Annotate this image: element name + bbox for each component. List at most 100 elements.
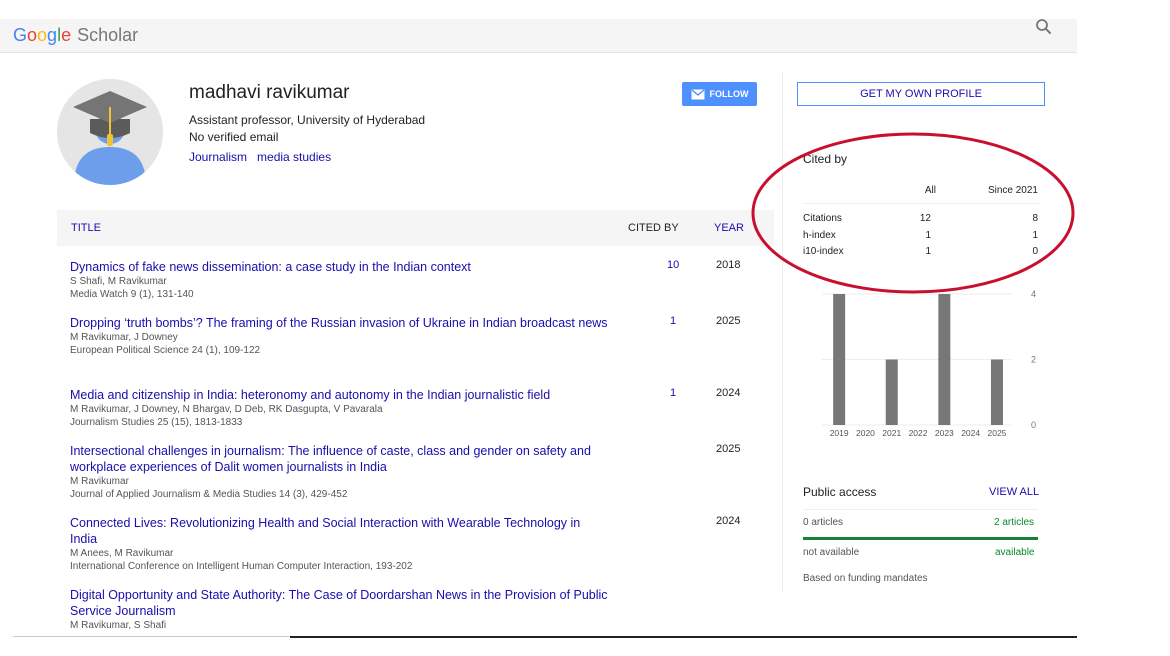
x-tick-label: 2024 — [961, 428, 980, 438]
article-venue: Journalism Studies 25 (15), 1813-1833 — [70, 417, 243, 428]
article-authors: M Ravikumar, J Downey, N Bhargav, D Deb,… — [70, 404, 383, 415]
article-row: Dropping ‘truth bombs’? The framing of t… — [70, 315, 760, 357]
metric-all-value: 12 — [919, 213, 931, 224]
article-year: 2024 — [716, 387, 741, 399]
article-title-link[interactable]: Connected Lives: Revolutionizing Health … — [70, 515, 610, 547]
article-venue: International Conference on Intelligent … — [70, 561, 413, 572]
interest-link[interactable]: media studies — [257, 150, 331, 164]
article-row: Connected Lives: Revolutionizing Health … — [70, 515, 760, 573]
bottom-divider-dark — [290, 636, 1077, 638]
article-title-link[interactable]: Intersectional challenges in journalism:… — [70, 443, 610, 475]
google-scholar-logo[interactable]: Google Scholar — [13, 25, 138, 45]
citation-metric-row: i10-index 1 0 — [803, 245, 1040, 262]
avatar — [57, 79, 163, 185]
public-access-title: Public access — [803, 485, 877, 499]
logo-letter: g — [47, 25, 58, 45]
follow-button[interactable]: FOLLOW — [682, 82, 757, 106]
article-authors: M Anees, M Ravikumar — [70, 548, 174, 559]
chart-bar[interactable] — [833, 294, 846, 425]
article-authors: S Shafi, M Ravikumar — [70, 276, 167, 287]
citations-chart-svg: 4 2 0 2019 2020 2021 2022 2023 2024 2025 — [822, 289, 1036, 438]
funding-mandates-note: Based on funding mandates — [803, 573, 928, 584]
article-title-link[interactable]: Dynamics of fake news dissemination: a c… — [70, 259, 610, 275]
get-my-own-profile-button[interactable]: GET MY OWN PROFILE — [797, 82, 1045, 106]
column-since-label: Since 2021 — [987, 185, 1038, 196]
article-row: Intersectional challenges in journalism:… — [70, 443, 760, 501]
article-year: 2018 — [716, 259, 741, 271]
column-all-label: All — [924, 185, 936, 196]
profile-email-status: No verified email — [189, 130, 279, 144]
article-venue: Media Watch 9 (1), 131-140 — [70, 289, 194, 300]
y-tick-label: 0 — [1031, 420, 1036, 430]
cited-by-count-link[interactable]: 10 — [667, 259, 679, 271]
metric-since-value: 0 — [1032, 246, 1038, 257]
not-available-label: not available — [803, 547, 860, 558]
research-interests: Journalism media studies — [189, 150, 341, 164]
article-row: Digital Opportunity and State Authority:… — [70, 587, 760, 632]
top-bar — [0, 19, 1077, 53]
sort-by-title[interactable]: TITLE — [71, 222, 101, 234]
not-available-count-link[interactable]: 0 articles — [803, 517, 843, 528]
envelope-icon — [691, 88, 704, 99]
x-tick-label: 2023 — [935, 428, 954, 438]
metric-label: h-index — [803, 229, 836, 241]
logo-letter: o — [37, 25, 48, 45]
article-year: 2025 — [716, 443, 741, 455]
cited-by-column-header[interactable]: CITED BY — [628, 222, 679, 234]
public-access-divider — [803, 509, 1038, 510]
x-tick-label: 2025 — [987, 428, 1006, 438]
public-access-view-all-link[interactable]: VIEW ALL — [989, 486, 1039, 498]
y-tick-label: 4 — [1031, 289, 1036, 299]
article-title-link[interactable]: Dropping ‘truth bombs’? The framing of t… — [70, 315, 610, 331]
available-count-link[interactable]: 2 articles — [994, 517, 1034, 528]
cited-by-title: Cited by — [803, 152, 848, 166]
interest-link[interactable]: Journalism — [189, 150, 247, 164]
article-title-link[interactable]: Digital Opportunity and State Authority:… — [70, 587, 610, 619]
article-authors: M Ravikumar, J Downey — [70, 332, 178, 343]
graduate-avatar-icon — [57, 79, 163, 185]
metric-all-value: 1 — [925, 246, 931, 257]
citation-metrics-table: All Since 2021 Citations 12 8 h-index 1 … — [803, 178, 1040, 262]
profile-affiliation: Assistant professor, University of Hyder… — [189, 113, 426, 127]
logo-letter: G — [13, 25, 28, 45]
metric-since-value: 1 — [1032, 229, 1038, 241]
cited-by-count-link[interactable]: 1 — [667, 315, 679, 327]
x-tick-label: 2020 — [856, 428, 875, 438]
logo-letter: e — [61, 25, 72, 45]
citations-per-year-chart: 4 2 0 2019 2020 2021 2022 2023 2024 2025 — [800, 278, 1045, 443]
metric-label: Citations — [803, 213, 842, 224]
chart-bar[interactable] — [990, 359, 1003, 426]
profile-name: madhavi ravikumar — [189, 82, 350, 103]
citation-metric-row: h-index 1 1 — [803, 229, 1040, 246]
article-year: 2024 — [716, 515, 741, 527]
article-row: Media and citizenship in India: heterono… — [70, 387, 760, 429]
y-tick-label: 2 — [1031, 355, 1036, 365]
article-authors: M Ravikumar — [70, 476, 129, 487]
chart-bar[interactable] — [938, 294, 951, 425]
citation-metric-row: Citations 12 8 — [803, 212, 1040, 229]
citation-metrics-header: All Since 2021 — [803, 178, 1040, 204]
article-venue: Journal of Applied Journalism & Media St… — [70, 489, 348, 500]
scholar-profile-page: Google Scholar madhavi ravikumar Assista… — [0, 0, 1170, 656]
x-tick-label: 2022 — [909, 428, 928, 438]
cited-by-count-link[interactable]: 1 — [667, 387, 679, 399]
x-tick-label: 2019 — [830, 428, 849, 438]
chart-bar[interactable] — [885, 359, 898, 426]
article-row: Dynamics of fake news dissemination: a c… — [70, 259, 760, 301]
x-tick-label: 2021 — [882, 428, 901, 438]
logo-letter: o — [27, 25, 38, 45]
metric-label: i10-index — [803, 246, 844, 257]
article-year: 2025 — [716, 315, 741, 327]
search-icon[interactable] — [1034, 17, 1054, 37]
public-access-progress-bar — [803, 537, 1038, 540]
article-title-link[interactable]: Media and citizenship in India: heterono… — [70, 387, 610, 403]
articles-table-header: TITLE CITED BY YEAR — [57, 210, 774, 246]
available-label: available — [995, 547, 1035, 558]
logo-product-name: Scholar — [77, 25, 139, 45]
follow-label: FOLLOW — [709, 89, 749, 99]
sort-by-year[interactable]: YEAR — [714, 222, 744, 234]
article-venue: European Political Science 24 (1), 109-1… — [70, 345, 261, 356]
metric-since-value: 8 — [1032, 213, 1038, 224]
bottom-divider — [13, 636, 293, 637]
article-authors: M Ravikumar, S Shafi — [70, 620, 167, 631]
